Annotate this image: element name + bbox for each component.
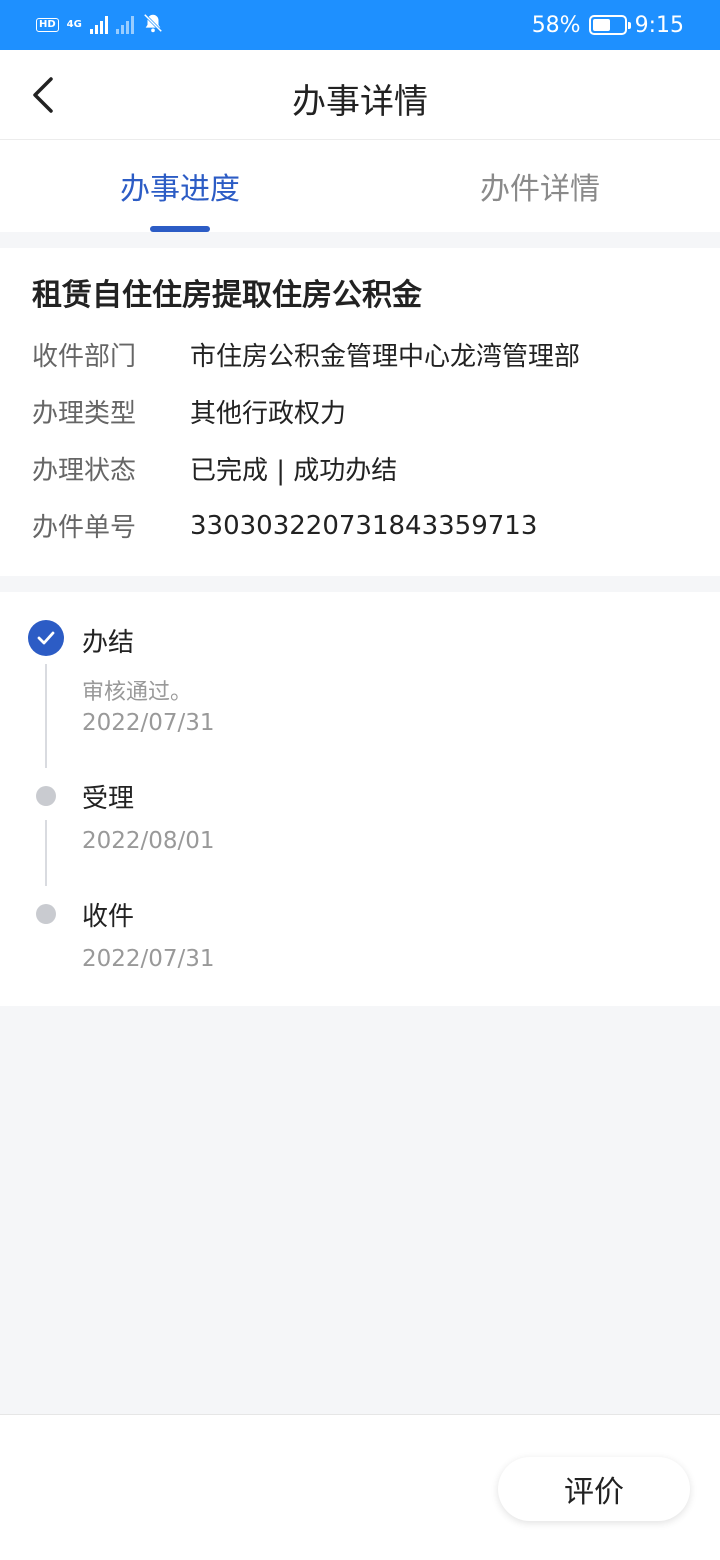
timeline-dot-icon [36, 786, 56, 806]
bottom-action-bar: 评价 [0, 1414, 720, 1560]
timeline-connector [45, 820, 47, 886]
network-type: 4G [66, 19, 82, 30]
signal-icon-secondary [115, 16, 134, 34]
battery-icon [588, 15, 631, 35]
field-row-status: 办理状态 已完成 | 成功办结 [32, 450, 688, 487]
timeline-step-title: 受理 [82, 784, 135, 814]
field-value: 市住房公积金管理中心龙湾管理部 [190, 342, 581, 372]
timeline-connector [45, 664, 47, 768]
tab-details[interactable]: 办件详情 [360, 140, 720, 232]
case-info-card: 租赁自住住房提取住房公积金 收件部门 市住房公积金管理中心龙湾管理部 办理类型 … [0, 248, 720, 576]
battery-percent: 58% [531, 12, 581, 38]
hd-badge: HD [36, 18, 59, 32]
status-bar: HD 4G 58% 9:15 [0, 0, 720, 50]
timeline-step-date: 2022/07/31 [82, 710, 215, 736]
field-value: 其他行政权力 [190, 399, 347, 429]
rate-button[interactable]: 评价 [498, 1457, 690, 1521]
tab-active-indicator [150, 226, 210, 232]
progress-timeline: 办结 审核通过。 2022/07/31 受理 2022/08/01 收件 202… [0, 592, 720, 1006]
timeline-step-title: 办结 [82, 628, 135, 658]
tab-progress[interactable]: 办事进度 [0, 140, 360, 232]
field-row-type: 办理类型 其他行政权力 [32, 393, 688, 430]
field-label: 收件部门 [32, 342, 137, 372]
field-value: 330303220731843359713 [190, 510, 538, 541]
app-header: 办事详情 [0, 50, 720, 140]
timeline-step-desc: 审核通过。 [82, 680, 193, 705]
field-row-department: 收件部门 市住房公积金管理中心龙湾管理部 [32, 336, 688, 373]
case-title: 租赁自住住房提取住房公积金 [32, 278, 422, 313]
field-value: 已完成 | 成功办结 [190, 456, 398, 486]
timeline-dot-icon [36, 904, 56, 924]
battery-fill [592, 19, 610, 31]
case-fields: 收件部门 市住房公积金管理中心龙湾管理部 办理类型 其他行政权力 办理状态 已完… [32, 336, 688, 544]
tab-progress-label: 办事进度 [120, 172, 240, 207]
check-circle-icon [28, 620, 64, 656]
status-right: 58% 9:15 [532, 13, 684, 38]
field-label: 办理类型 [32, 399, 137, 429]
tab-bar: 办事进度 办件详情 [0, 140, 720, 232]
timeline-step-date: 2022/08/01 [82, 828, 215, 854]
timeline-step-title: 收件 [82, 902, 135, 932]
page-title: 办事详情 [292, 82, 428, 122]
timeline-step-date: 2022/07/31 [82, 946, 215, 972]
signal-icon [89, 16, 108, 34]
status-left: HD 4G [36, 12, 164, 38]
field-row-number: 办件单号 330303220731843359713 [32, 507, 688, 544]
bell-muted-icon [142, 12, 164, 38]
field-label: 办件单号 [32, 513, 137, 543]
page: HD 4G 58% 9:15 办事详情 办事进度 办件详情 租赁自住住房提取住房… [0, 0, 720, 1560]
clock: 9:15 [634, 12, 684, 38]
field-label: 办理状态 [32, 456, 137, 486]
tab-details-label: 办件详情 [480, 172, 600, 207]
